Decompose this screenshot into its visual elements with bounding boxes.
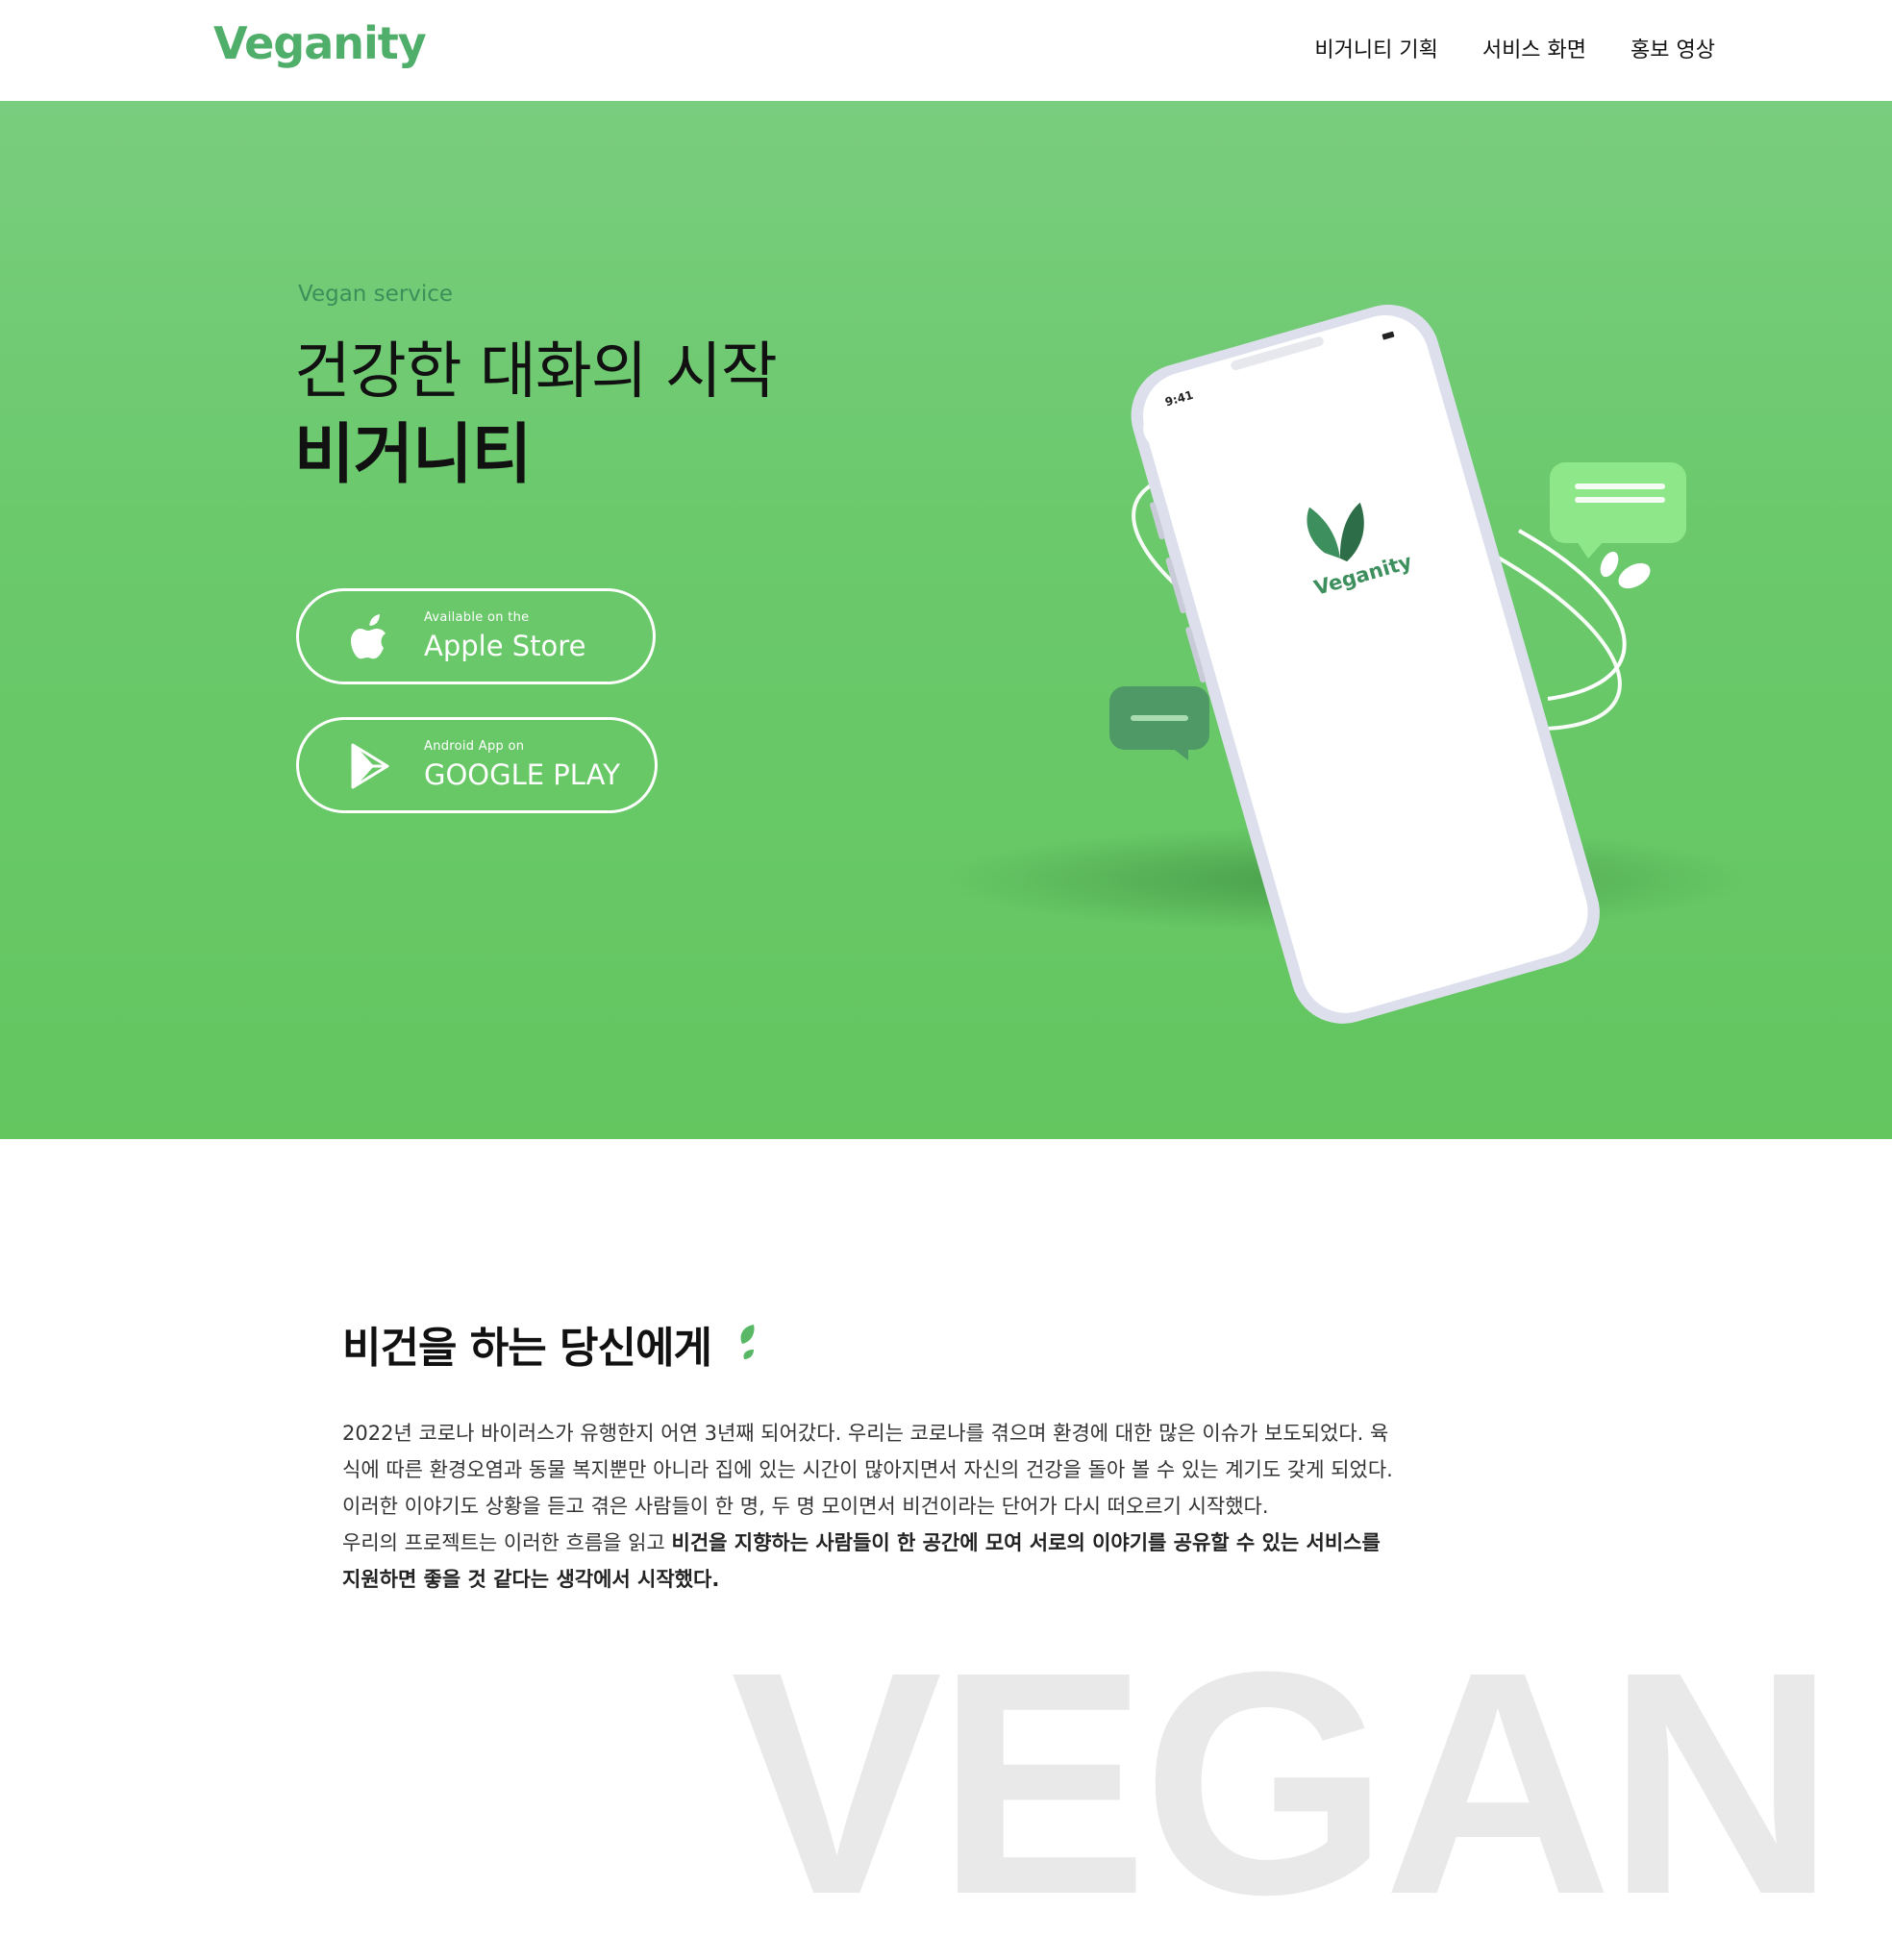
chat-bubble-light [1550, 462, 1686, 558]
apple-store-button[interactable]: Available on the Apple Store [296, 588, 656, 684]
apple-store-caption: Available on the [424, 610, 530, 625]
apple-store-label: Apple Store [424, 630, 586, 662]
leaf-icon [740, 1325, 755, 1359]
main-nav: 비거니티 기획 서비스 화면 홍보 영상 [1314, 33, 1715, 63]
floating-leaf [1600, 551, 1619, 578]
intro-paragraph-1: 2022년 코로나 바이러스가 유행한지 어연 3년째 되어갔다. 우리는 코로… [342, 1422, 1393, 1518]
google-play-label: GOOGLE PLAY [424, 758, 620, 791]
site-header: Veganity 비거니티 기획 서비스 화면 홍보 영상 [0, 0, 1892, 101]
google-play-button[interactable]: Android App on GOOGLE PLAY [296, 717, 658, 813]
hero-section: 9:41 Veganity Vegan service 건강한 대화의 시작 비… [0, 101, 1892, 1139]
nav-item-service-screens[interactable]: 서비스 화면 [1482, 33, 1586, 63]
hero-title-line1: 건강한 대화의 시작 [294, 336, 778, 408]
intro-title: 비건을 하는 당신에게 [342, 1324, 712, 1373]
vegan-watermark: VEGAN [731, 1605, 1836, 1960]
brand-logo[interactable]: Veganity [213, 17, 427, 69]
play-icon [351, 743, 389, 789]
hero-title-line2: 비거니티 [294, 417, 532, 493]
nav-item-promo-video[interactable]: 홍보 영상 [1631, 33, 1715, 63]
intro-body: 2022년 코로나 바이러스가 유행한지 어연 3년째 되어갔다. 우리는 코로… [342, 1415, 1400, 1598]
intro-paragraph-2: 우리의 프로젝트는 이러한 흐름을 읽고 비건을 지향하는 사람들이 한 공간에… [342, 1525, 1400, 1598]
floating-leaf [1618, 562, 1651, 589]
apple-icon [351, 614, 386, 659]
phone-illustration: 9:41 Veganity [942, 304, 1750, 1024]
intro-paragraph-2-plain: 우리의 프로젝트는 이러한 흐름을 읽고 [342, 1531, 672, 1554]
hero-subtitle: Vegan service [298, 282, 454, 307]
nav-item-planning[interactable]: 비거니티 기획 [1314, 33, 1437, 63]
google-play-caption: Android App on [424, 739, 525, 754]
chat-bubble-dark [1109, 686, 1209, 760]
